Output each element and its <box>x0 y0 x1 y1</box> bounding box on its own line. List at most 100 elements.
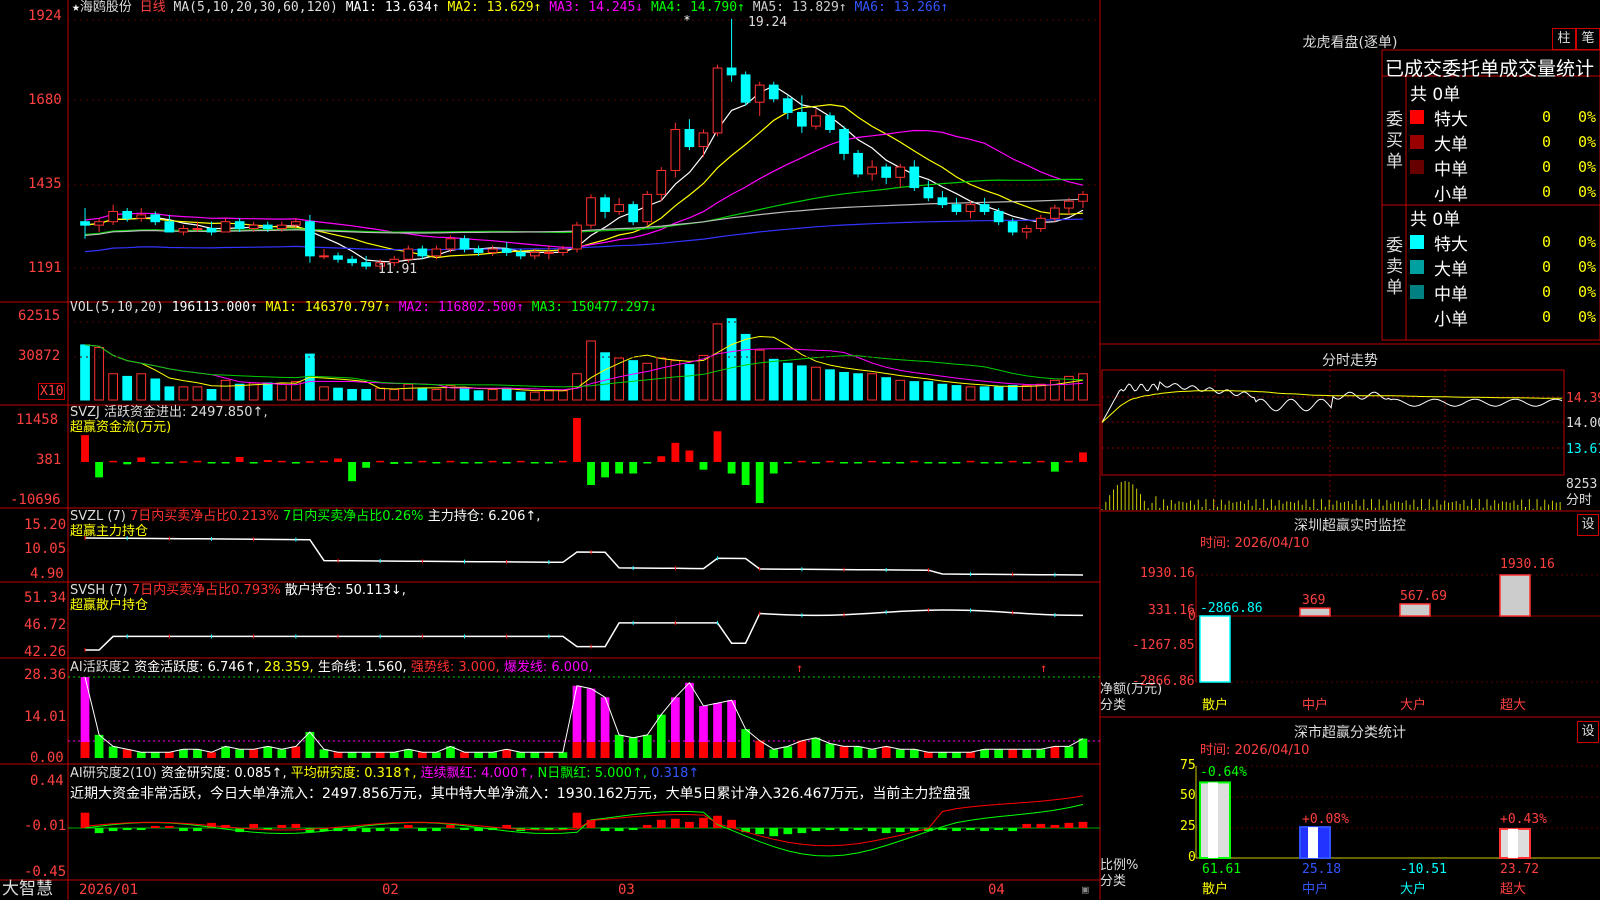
activity-bar <box>179 749 188 758</box>
xaxis-date: 2026/01 <box>79 882 139 898</box>
ai2-a: 资金研究度: 0.085↑, <box>160 766 287 781</box>
m-swatch <box>1410 285 1424 299</box>
flow-bar <box>601 462 610 478</box>
buy-side-label: 委买单 <box>1386 110 1403 172</box>
svzl-ytick: 15.20 <box>24 517 67 533</box>
row-pct: 0% <box>1578 133 1597 151</box>
volume-bar <box>501 387 512 401</box>
activity-bar <box>319 749 329 758</box>
candle-body <box>276 224 287 230</box>
ma4-value: MA4: 14.790↑ <box>650 0 745 15</box>
buy-row-l: 大单 0 0% <box>1410 130 1600 155</box>
candle-body <box>544 251 554 254</box>
svsh-ytick: 46.72 <box>24 617 67 633</box>
volume-bar <box>361 389 371 401</box>
ai1-b: 28.359, <box>264 660 314 675</box>
lock-icon[interactable]: ▣ <box>1082 882 1089 898</box>
volume-bar <box>248 382 259 401</box>
flow-bar <box>1036 460 1045 463</box>
research-bar <box>797 828 807 834</box>
monitor-title: 深圳超赢实时监控 <box>1294 518 1406 534</box>
tick-mode-button[interactable]: 笔 <box>1576 28 1600 50</box>
ma6-value: MA6: 13.266↑ <box>854 0 949 15</box>
stock-chart-canvas[interactable]: *↑ ↑ <box>0 0 1600 900</box>
svsh-c: 散户持仓: 50.113↓, <box>284 583 406 598</box>
classify-settings-button[interactable]: 设 <box>1577 721 1599 743</box>
flow-bar <box>811 462 820 464</box>
flow-bar <box>868 460 877 463</box>
svzl-subtitle: 超赢主力持仓 <box>70 524 149 539</box>
volume-bar <box>515 391 526 401</box>
flow-bar <box>305 461 314 463</box>
candle-body <box>234 221 245 230</box>
volume-bar <box>122 375 133 401</box>
research-bar <box>671 818 680 828</box>
volume-bar <box>558 390 568 401</box>
activity-bar <box>460 752 469 758</box>
period-label[interactable]: 日线 <box>140 0 166 15</box>
svzj-ytick: 11458 <box>16 412 59 428</box>
activity-bar-base <box>600 742 610 758</box>
activity-bar <box>94 734 104 758</box>
row-name: 小单 <box>1434 185 1468 205</box>
main-ytick: 1191 <box>28 260 62 276</box>
classify-bar-highlight <box>1208 782 1218 858</box>
candle-body <box>206 228 217 233</box>
activity-bar <box>614 734 624 758</box>
activity-bar <box>403 749 413 758</box>
volume-bar <box>951 385 962 401</box>
activity-bar <box>502 749 512 758</box>
candle-body <box>473 248 484 253</box>
research-bar <box>783 828 793 835</box>
flow-bar <box>460 462 469 464</box>
candle-body <box>1007 221 1018 233</box>
volume-bar <box>754 349 765 401</box>
svsh-title: SVSH (7) <box>70 583 128 598</box>
activity-bar-base <box>572 742 582 758</box>
monitor-date: 时间: 2026/04/10 <box>1200 536 1310 551</box>
row-count: 0 <box>1542 133 1552 151</box>
volume-bar <box>600 352 610 401</box>
ai2-title: AI研究度2(10) <box>70 766 157 781</box>
research-bar <box>249 823 259 828</box>
bar-mode-button[interactable]: 柱 <box>1552 28 1576 50</box>
svzj-ytick: -10696 <box>10 492 61 508</box>
monitor-bar <box>1399 603 1431 617</box>
flow-bar <box>685 450 694 462</box>
svzl-panel-title: SVZL (7) 7日内买卖净占比0.213% 7日内买卖净占比0.26% 主力… <box>70 509 540 525</box>
research-bar <box>600 828 610 832</box>
volume-bar <box>192 386 203 401</box>
volume-bar <box>1064 375 1074 401</box>
research-bar <box>277 824 287 828</box>
candle-body <box>122 210 133 219</box>
candle-body <box>782 98 793 113</box>
flow-bar <box>488 460 497 463</box>
flow-bar <box>615 462 624 474</box>
volume-bar <box>319 386 329 401</box>
main-ytick: 1435 <box>28 176 62 192</box>
xaxis-date: 03 <box>618 882 635 898</box>
candle-body <box>642 193 653 223</box>
activity-bar <box>108 746 118 758</box>
candle-body <box>740 74 751 103</box>
flow-bar <box>629 462 638 474</box>
activity-bar <box>895 749 905 758</box>
fenshi-ytick: 13.61 <box>1566 442 1600 457</box>
stock-name[interactable]: 海鸥股份 <box>80 0 132 15</box>
sell-row-l: 大单 0 0% <box>1410 255 1600 280</box>
research-bar <box>136 828 146 831</box>
activity-bar <box>966 752 975 758</box>
activity-bar-base <box>586 742 596 758</box>
vol-panel-title: VOL(5,10,20) 196113.000↑ MA1: 146370.797… <box>70 300 657 316</box>
ai2-c: 连续飘红: 4.000↑, <box>420 766 534 781</box>
buy-total: 共 0单 <box>1410 85 1461 105</box>
research-bar <box>1036 823 1046 828</box>
svsh-line <box>85 609 1084 651</box>
vol-value: 196113.000↑ <box>171 300 258 315</box>
svsh-ytick: 51.34 <box>24 590 67 606</box>
volume-bar <box>234 383 245 401</box>
brand-logo[interactable]: 大智慧 <box>2 879 53 899</box>
monitor-settings-button[interactable]: 设 <box>1577 514 1599 536</box>
volume-bar <box>937 383 948 401</box>
activity-bar <box>1078 738 1088 758</box>
